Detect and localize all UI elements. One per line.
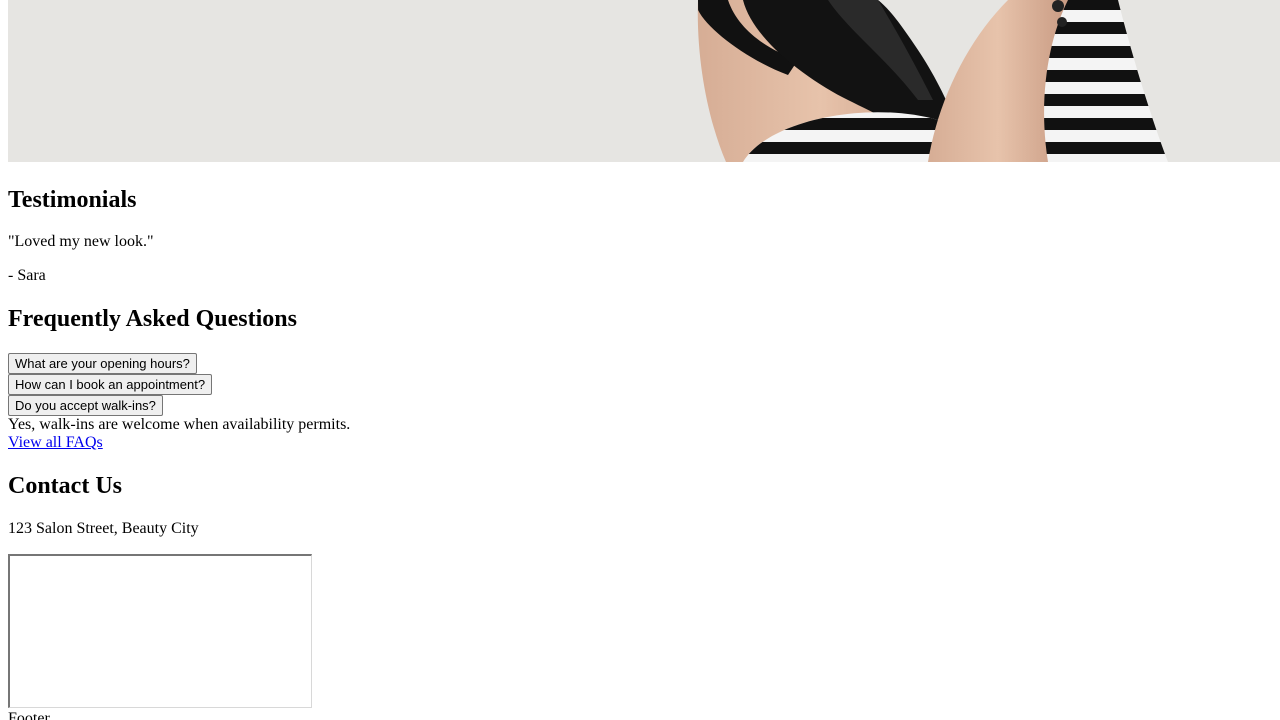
testimonials-heading: Testimonials [8, 187, 137, 213]
hero-photo-illustration [8, 0, 1280, 162]
faq-question-walk-ins-button[interactable]: Do you accept walk-ins? [8, 395, 163, 416]
contact-address: 123 Salon Street, Beauty City [8, 520, 199, 537]
contact-heading: Contact Us [8, 473, 122, 499]
faq-question-opening-hours-button[interactable]: What are your opening hours? [8, 353, 197, 374]
view-all-faqs-link[interactable]: View all FAQs [8, 434, 103, 452]
testimonial-author: - Sara [8, 267, 46, 284]
faq-answer: Yes, walk-ins are welcome when availabil… [8, 416, 351, 433]
footer: Footer [8, 710, 50, 720]
testimonial-quote: "Loved my new look." [8, 233, 154, 250]
map-embed-frame[interactable] [8, 554, 312, 708]
faq-heading: Frequently Asked Questions [8, 306, 297, 332]
faq-question-book-appointment-button[interactable]: How can I book an appointment? [8, 374, 213, 395]
hero-image [8, 0, 1280, 162]
